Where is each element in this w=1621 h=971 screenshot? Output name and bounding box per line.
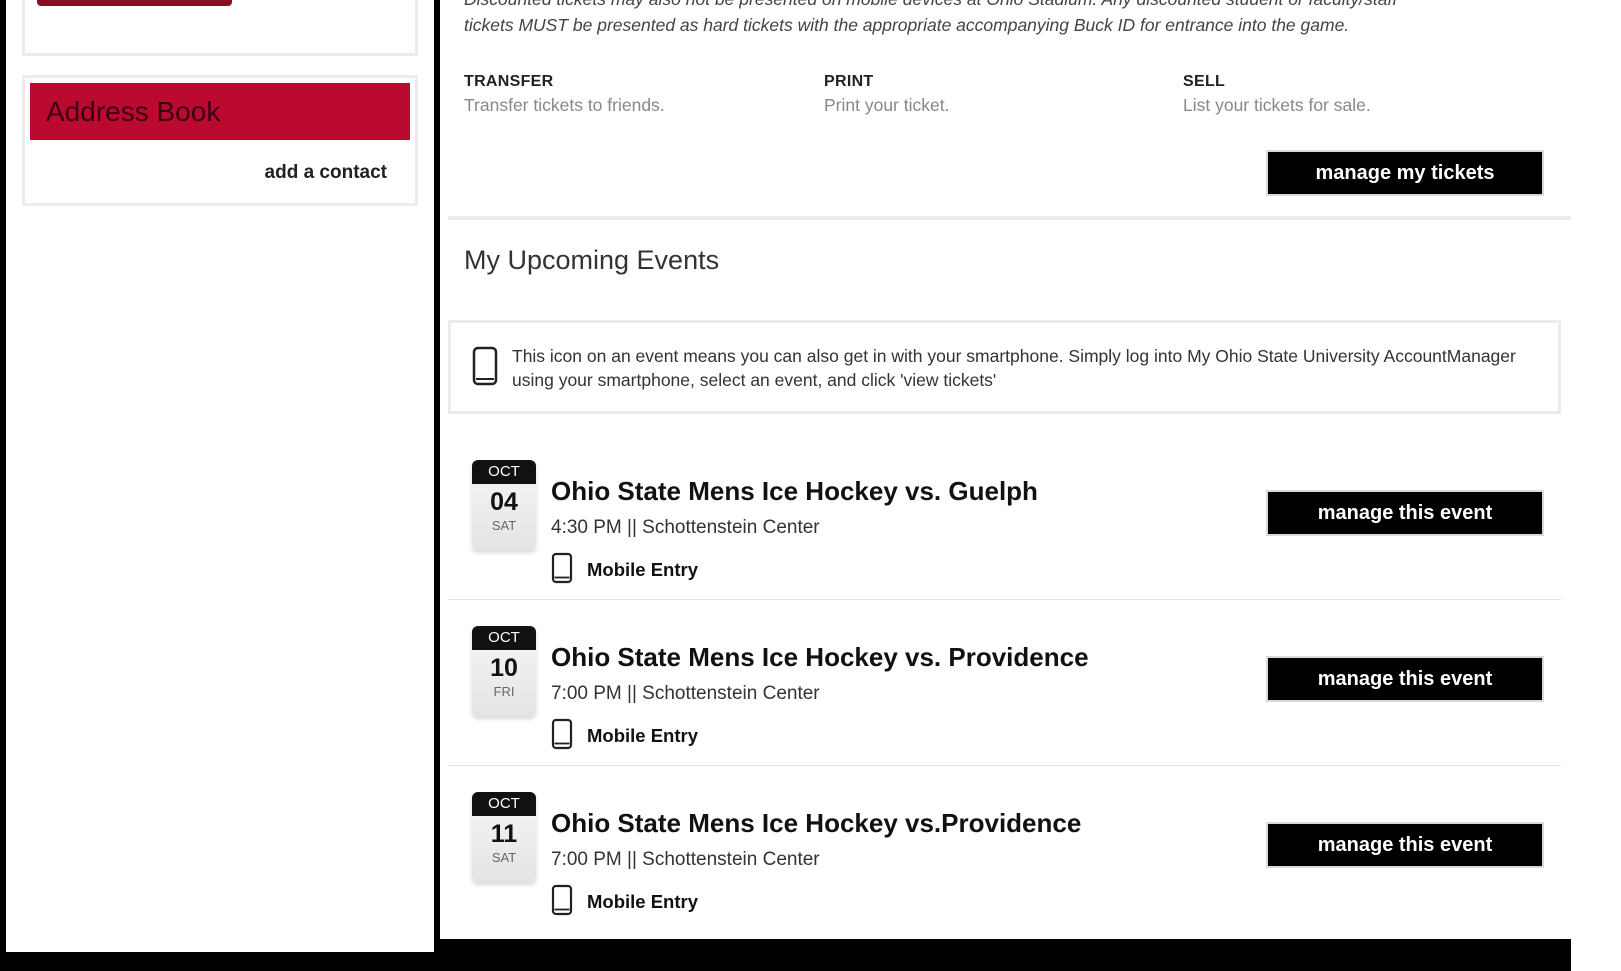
event-month: OCT [472,626,536,650]
left-sidebar: Address Book add a contact [6,0,434,952]
event-weekday: SAT [491,518,517,533]
mobile-entry-label: Mobile Entry [587,725,699,746]
print-description: Print your ticket. [824,95,950,115]
event-title: Ohio State Mens Ice Hockey vs. Providenc… [551,642,1089,672]
event-month: OCT [472,792,536,816]
sell-description: List your tickets for sale. [1183,95,1371,115]
event-details: 4:30 PM || Schottenstein Center [551,517,820,538]
event-date-badge: OCT 04 SAT [472,460,536,550]
event-day: 04 [490,488,518,516]
address-book-header: Address Book [30,83,410,140]
discount-notice-line: Discounted tickets may also not be prese… [464,0,1544,12]
right-margin [1571,0,1621,971]
manage-this-event-button[interactable]: manage this event [1266,656,1544,702]
manage-this-event-button[interactable]: manage this event [1266,490,1544,536]
smartphone-icon [551,884,573,921]
event-row: OCT 10 FRI Ohio State Mens Ice Hockey vs… [448,600,1561,766]
print-title: PRINT [824,73,874,90]
transfer-option: TRANSFER Transfer tickets to friends. [464,73,665,116]
manage-my-tickets-button[interactable]: manage my tickets [1266,150,1544,196]
event-day: 10 [490,654,518,682]
main-content: Discounted tickets may also not be prese… [440,0,1571,939]
event-month: OCT [472,460,536,484]
section-divider [448,216,1571,220]
event-details: 7:00 PM || Schottenstein Center [551,683,820,704]
mobile-entry-label: Mobile Entry [587,891,699,912]
mobile-entry-label: Mobile Entry [587,559,699,580]
event-date-badge: OCT 10 FRI [472,626,536,716]
transfer-title: TRANSFER [464,73,554,90]
event-date-badge: OCT 11 SAT [472,792,536,882]
upcoming-events-title: My Upcoming Events [464,245,720,275]
smartphone-icon [551,718,573,755]
discount-notice-line: tickets MUST be presented as hard ticket… [464,15,1350,35]
smartphone-icon [472,346,498,391]
sell-option: SELL List your tickets for sale. [1183,73,1371,116]
event-row: OCT 11 SAT Ohio State Mens Ice Hockey vs… [448,766,1561,932]
event-title: Ohio State Mens Ice Hockey vs.Providence [551,808,1082,838]
smartphone-icon [551,552,573,589]
previous-panel-button-edge[interactable] [37,0,232,6]
print-option: PRINT Print your ticket. [824,73,949,116]
mobile-entry-info-text: This icon on an event means you can also… [512,346,1516,390]
address-book-panel: Address Book add a contact [22,75,418,206]
event-weekday: FRI [493,684,515,699]
event-details: 7:00 PM || Schottenstein Center [551,849,820,870]
event-title: Ohio State Mens Ice Hockey vs. Guelph [551,476,1038,506]
screen: Address Book add a contact Discounted ti… [0,0,1621,971]
manage-this-event-button[interactable]: manage this event [1266,822,1544,868]
transfer-description: Transfer tickets to friends. [464,95,665,115]
add-contact-link[interactable]: add a contact [265,162,387,184]
discount-notice: Discounted tickets may also not be prese… [464,0,1544,38]
mobile-entry-info-box: This icon on an event means you can also… [448,320,1561,414]
event-day: 11 [490,820,518,848]
previous-panel [22,0,418,56]
event-weekday: SAT [491,850,517,865]
sell-title: SELL [1183,73,1226,90]
event-row: OCT 04 SAT Ohio State Mens Ice Hockey vs… [448,434,1561,600]
